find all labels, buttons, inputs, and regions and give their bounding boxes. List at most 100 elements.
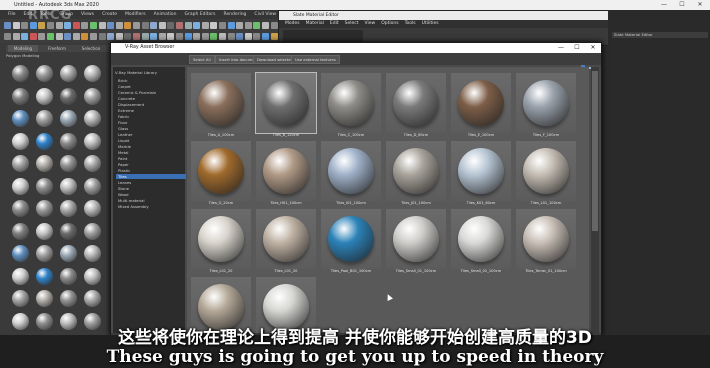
menu-item-file[interactable]: File (8, 10, 16, 19)
material-swatch[interactable] (60, 200, 77, 217)
toolbar-tool-icon[interactable] (38, 33, 46, 40)
material-thumbnail[interactable]: Tiles_K01_60cm (451, 141, 511, 207)
tab-modeling[interactable]: Modeling (8, 45, 38, 52)
slate-menu-utilities[interactable]: Utilities (422, 20, 439, 28)
menu-item-civil-view[interactable]: Civil View (254, 10, 276, 19)
toolbar-tool-icon[interactable] (184, 22, 192, 29)
material-swatch[interactable] (84, 110, 101, 127)
material-swatch[interactable] (60, 65, 77, 82)
tree-root[interactable]: V-Ray Material Library (115, 70, 157, 75)
toolbar-tool-icon[interactable] (12, 22, 20, 29)
material-swatch[interactable] (36, 267, 53, 285)
close-button[interactable]: ✕ (691, 0, 709, 10)
toolbar-tool-icon[interactable] (107, 33, 115, 40)
tree-item-concrete[interactable]: Concrete (118, 96, 135, 101)
toolbar-tool-icon[interactable] (47, 22, 54, 29)
toolbar-tool-icon[interactable] (210, 33, 218, 40)
material-swatch[interactable] (12, 177, 29, 195)
toolbar-tool-icon[interactable] (124, 33, 132, 40)
material-swatch[interactable] (12, 290, 29, 307)
toolbar-tool-icon[interactable] (72, 22, 80, 29)
tree-item-leaves[interactable]: Leaves (118, 180, 131, 185)
toolbar-tool-icon[interactable] (90, 33, 97, 40)
tab-freeform[interactable]: Freeform (42, 45, 72, 52)
menu-item-views[interactable]: Views (81, 10, 94, 19)
menu-item-create[interactable]: Create (102, 10, 117, 19)
material-swatch[interactable] (12, 155, 29, 172)
toolbar-tool-icon[interactable] (253, 33, 261, 40)
toolbar-tool-icon[interactable] (167, 22, 175, 29)
toolbar-tool-icon[interactable] (64, 22, 72, 29)
material-swatch[interactable] (12, 245, 29, 262)
material-thumbnail[interactable]: Tiles_F_100cm (516, 73, 576, 139)
tree-item-multi-material[interactable]: Multi-material (118, 198, 145, 203)
toolbar-tool-icon[interactable] (176, 22, 183, 29)
material-thumbnail[interactable]: Tiles_D_80cm (386, 73, 446, 139)
material-swatch[interactable] (12, 200, 29, 217)
toolbar-tool-icon[interactable] (81, 33, 89, 40)
toolbar-tool-icon[interactable] (150, 33, 158, 40)
toolbar-tool-icon[interactable] (107, 22, 115, 29)
toolbar-tool-icon[interactable] (158, 22, 166, 29)
toolbar-tool-icon[interactable] (219, 22, 226, 29)
toolbar-tool-icon[interactable] (72, 33, 80, 40)
material-thumbnail[interactable]: Tiles_G_20cm (191, 141, 251, 207)
material-thumbnail[interactable]: Tiles_Terrac_01_100cm (516, 209, 576, 275)
tree-item-leather[interactable]: Leather (118, 132, 133, 137)
toolbar-tool-icon[interactable] (262, 22, 269, 29)
material-swatch[interactable] (36, 177, 53, 195)
tree-item-tiles[interactable]: Tiles (116, 174, 186, 179)
toolbar-tool-icon[interactable] (201, 33, 209, 40)
toolbar-tool-icon[interactable] (253, 22, 261, 29)
material-swatch[interactable] (84, 222, 101, 240)
toolbar-tool-icon[interactable] (244, 33, 252, 40)
toolbar-tool-icon[interactable] (4, 33, 11, 40)
material-swatch[interactable] (12, 65, 29, 82)
material-thumbnail[interactable]: Tiles_Pool_B01_100cm (321, 209, 381, 275)
material-thumbnail[interactable]: Tiles_J01_100cm (386, 141, 446, 207)
maximize-button[interactable]: ☐ (673, 0, 691, 10)
material-swatch[interactable] (84, 155, 101, 172)
material-thumbnail[interactable]: Tiles_E_100cm (451, 73, 511, 139)
tree-item-glass[interactable]: Glass (118, 126, 128, 131)
material-swatch[interactable] (84, 200, 101, 217)
toolbar-tool-icon[interactable] (29, 33, 37, 40)
tree-item-stone[interactable]: Stone (118, 186, 129, 191)
toolbar-tool-icon[interactable] (236, 22, 244, 29)
tree-item-liquid[interactable]: Liquid (118, 138, 129, 143)
toolbar-tool-icon[interactable] (141, 33, 149, 40)
slate-menu-select[interactable]: Select (345, 20, 359, 28)
tree-item-mixed-assembly[interactable]: Mixed Assembly (118, 204, 149, 209)
toolbar-tool-icon[interactable] (184, 33, 192, 40)
material-thumbnail[interactable]: Tiles_L01_100cm (516, 141, 576, 207)
material-swatch[interactable] (84, 267, 101, 285)
material-thumbnail[interactable]: Tiles_Small_01_100cm (386, 209, 446, 275)
material-swatch[interactable] (36, 200, 53, 217)
tree-item-metal[interactable]: Metal (118, 150, 128, 155)
minimize-button[interactable]: — (655, 0, 673, 10)
toolbar-tool-icon[interactable] (124, 22, 132, 29)
toolbar-tool-icon[interactable] (29, 22, 37, 29)
material-thumbnail[interactable]: Tiles_Small_02_100cm (451, 209, 511, 275)
material-swatch[interactable] (60, 177, 77, 195)
browser-close-button[interactable]: ✕ (585, 43, 601, 53)
toolbar-tool-icon[interactable] (81, 22, 89, 29)
material-swatch[interactable] (60, 245, 77, 262)
material-swatch[interactable] (12, 132, 29, 150)
toolbar-tool-icon[interactable] (193, 22, 201, 29)
toolbar-tool-icon[interactable] (201, 22, 209, 29)
material-swatch[interactable] (60, 110, 77, 127)
material-swatch[interactable] (12, 110, 29, 127)
material-swatch[interactable] (36, 245, 53, 262)
toolbar-tool-icon[interactable] (262, 33, 269, 40)
browser-minimize-button[interactable]: — (553, 43, 569, 53)
toolbar-tool-icon[interactable] (12, 33, 20, 40)
toolbar-tool-icon[interactable] (133, 33, 140, 40)
tree-item-paper[interactable]: Paper (118, 162, 129, 167)
toolbar-tool-icon[interactable] (244, 22, 252, 29)
tree-item-displacement[interactable]: Displacement (118, 102, 144, 107)
material-thumbnail[interactable]: Tiles_B_120cm (255, 72, 317, 139)
toolbar-tool-icon[interactable] (141, 22, 149, 29)
material-swatch[interactable] (84, 290, 101, 307)
tree-item-ceramic-porcelain[interactable]: Ceramic & Porcelain (118, 90, 156, 95)
